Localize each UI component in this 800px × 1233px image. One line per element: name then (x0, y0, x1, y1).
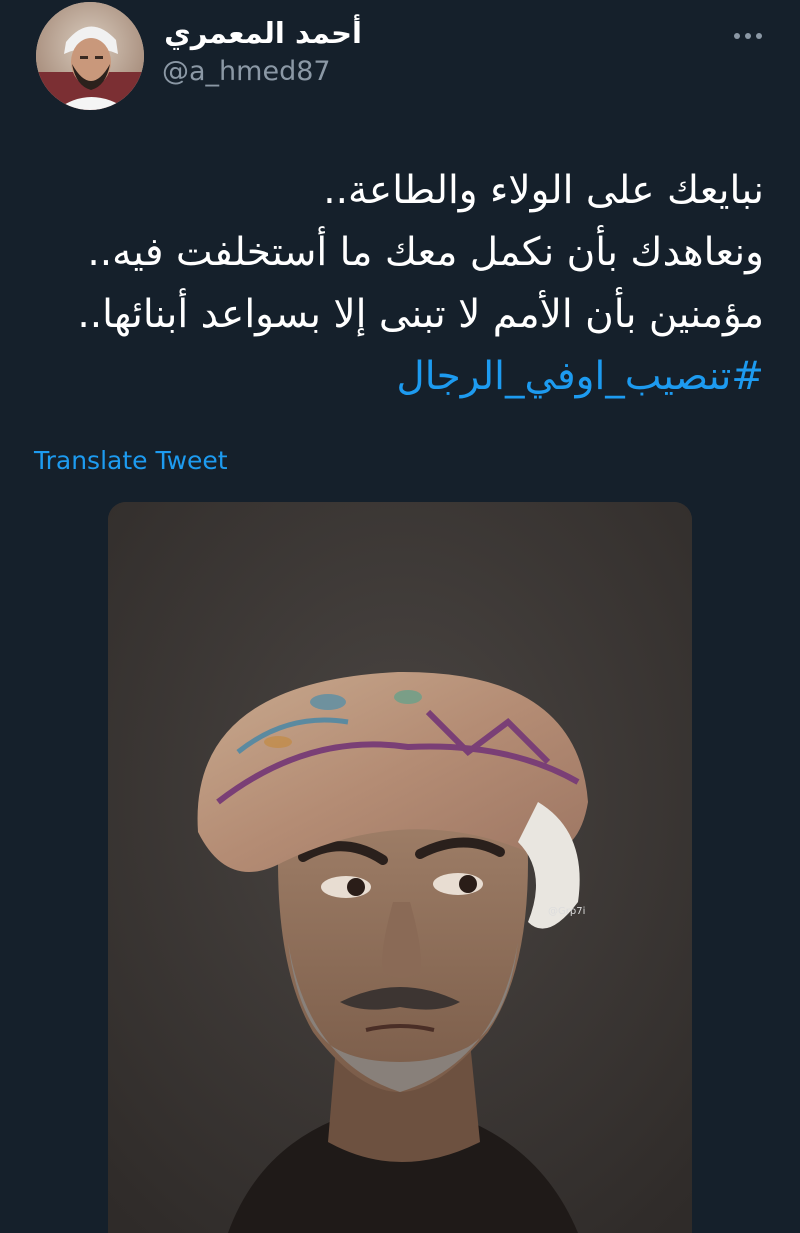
media-watermark: @Grp7i (548, 906, 585, 917)
author-handle[interactable]: @a_hmed87 (162, 56, 331, 87)
more-dot (756, 33, 762, 39)
hashtag-link[interactable]: #تنصيب_اوفي_الرجال (24, 346, 764, 408)
tweet-card: أحمد المعمري @a_hmed87 نبايعك على الولاء… (0, 0, 800, 1233)
avatar-image (36, 2, 144, 110)
more-dot (734, 33, 740, 39)
avatar[interactable] (36, 2, 144, 110)
tweet-text-line: نبايعك على الولاء والطاعة.. (323, 168, 764, 213)
translate-tweet-link[interactable]: Translate Tweet (34, 446, 228, 475)
tweet-text-line: مؤمنين بأن الأمم لا تبنى إلا بسواعد أبنا… (77, 292, 764, 337)
more-options-icon[interactable] (728, 22, 768, 50)
portrait-illustration: @Grp7i (108, 502, 692, 1233)
more-dot (745, 33, 751, 39)
author-display-name[interactable]: أحمد المعمري (164, 16, 362, 50)
tweet-text-line: ونعاهدك بأن نكمل معك ما أستخلفت فيه.. (87, 230, 764, 275)
tweet-text: نبايعك على الولاء والطاعة.. ونعاهدك بأن … (24, 160, 764, 408)
tweet-media-image[interactable]: @Grp7i (108, 502, 692, 1233)
